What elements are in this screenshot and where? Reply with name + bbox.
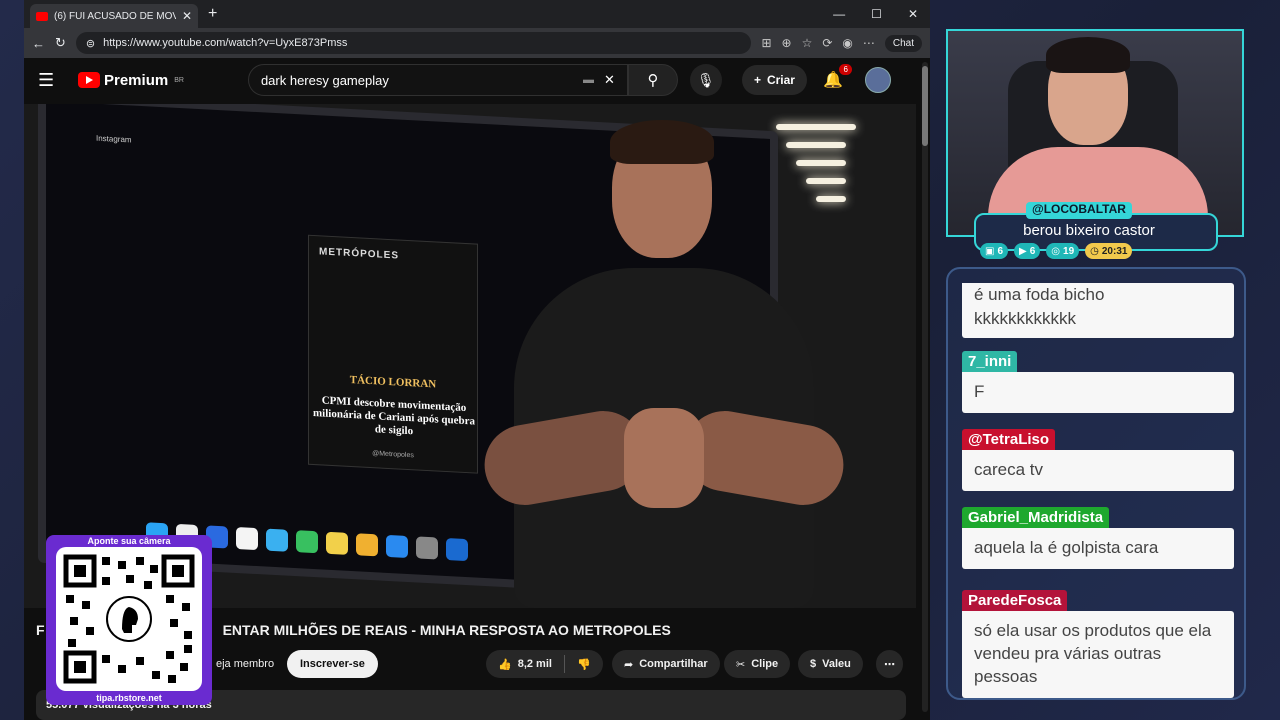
more-actions-button[interactable]: ⋯ bbox=[876, 650, 903, 678]
chat-message-text: só ela usar os produtos que ela vendeu p… bbox=[962, 611, 1234, 698]
subscribe-button[interactable]: Inscrever-se bbox=[287, 650, 378, 678]
post-brand: METRÓPOLES bbox=[319, 246, 400, 262]
qr-code-overlay: Aponte sua câmera tipa.rbstore.net bbox=[46, 535, 212, 705]
like-count[interactable]: 8,2 mil bbox=[518, 658, 552, 670]
reload-icon[interactable]: ↻ bbox=[55, 35, 66, 51]
create-label: Criar bbox=[766, 73, 795, 87]
more-icon: ⋯ bbox=[884, 658, 895, 671]
chat-icon: ▣ bbox=[985, 245, 995, 257]
last-message-text: berou bixeiro castor bbox=[1023, 222, 1155, 239]
chat-message-text: F bbox=[962, 372, 1234, 413]
copilot-chat-button[interactable]: Chat bbox=[884, 34, 922, 52]
share-button[interactable]: ➦ Compartilhar bbox=[612, 650, 720, 678]
more-icon[interactable]: ⋯ bbox=[863, 36, 875, 50]
window-controls: — ☐ ✕ bbox=[833, 7, 930, 21]
chat-username: ParedeFosca bbox=[962, 590, 1068, 611]
avatar[interactable] bbox=[864, 67, 891, 93]
youtube-logo[interactable]: Premium BR bbox=[78, 72, 184, 89]
close-window-icon[interactable]: ✕ bbox=[908, 7, 918, 21]
qr-code bbox=[56, 547, 202, 691]
zoom-icon[interactable]: ⊕ bbox=[782, 36, 792, 50]
share-icon: ➦ bbox=[624, 658, 634, 671]
new-tab-icon[interactable]: + bbox=[208, 5, 217, 23]
chat-username: Gabriel_Madridista bbox=[962, 507, 1110, 528]
dislike-icon[interactable]: 👎 bbox=[577, 658, 591, 671]
tab-bar: (6) FUI ACUSADO DE MOVIMENTA ✕ + — ☐ ✕ bbox=[24, 0, 930, 28]
instagram-post: METRÓPOLES TÁCIO LORRAN CPMI descobre mo… bbox=[308, 234, 478, 474]
site-info-icon[interactable]: ⊜ bbox=[86, 37, 95, 50]
chat-username: @TetraLiso bbox=[962, 429, 1056, 450]
tab-title: (6) FUI ACUSADO DE MOVIMENTA bbox=[54, 10, 176, 22]
address-bar: ← ↻ ⊜ https://www.youtube.com/watch?v=Uy… bbox=[24, 28, 930, 58]
address-bar-icons: ⊞ ⊕ ☆ ⟳ ◉ ⋯ Chat bbox=[761, 34, 922, 52]
timer-stat: ◷ 20:31 bbox=[1085, 243, 1133, 259]
apps-icon[interactable]: ⊞ bbox=[761, 36, 771, 50]
chat-message: @TetraLiso careca tv bbox=[962, 429, 1234, 491]
chat-message: é uma foda bicho kkkkkkkkkkkk bbox=[962, 283, 1234, 338]
menu-icon[interactable]: ☰ bbox=[38, 70, 64, 91]
post-headline: CPMI descobre movimentação milionária de… bbox=[313, 394, 475, 438]
logo-text: Premium bbox=[104, 71, 169, 89]
notification-badge: 6 bbox=[839, 64, 852, 75]
presenter bbox=[478, 118, 850, 608]
scroll-thumb[interactable] bbox=[922, 66, 928, 146]
like-dislike-group: 👍 8,2 mil 👎 bbox=[486, 650, 603, 678]
chat-message: Gabriel_Madridista aquela la é golpista … bbox=[962, 507, 1234, 569]
search-button[interactable]: ⚲ bbox=[627, 64, 678, 96]
post-handle: @Metropoles bbox=[372, 450, 414, 460]
bell-icon: 🔔 bbox=[822, 72, 843, 89]
extensions-icon[interactable]: ⟳ bbox=[822, 36, 832, 50]
maximize-icon[interactable]: ☐ bbox=[871, 7, 882, 21]
chat-message: ParedeFosca só ela usar os produtos que … bbox=[962, 590, 1234, 698]
last-message-user: @LOCOBALTAR bbox=[1026, 202, 1132, 219]
star-icon[interactable]: ☆ bbox=[802, 36, 813, 50]
chat-message-text: é uma foda bicho kkkkkkkkkkkk bbox=[962, 283, 1234, 338]
notifications-button[interactable]: 🔔 6 bbox=[822, 64, 852, 90]
clear-search-icon[interactable]: ✕ bbox=[604, 72, 615, 88]
youtube-stat: ▶ 6 bbox=[1014, 243, 1041, 259]
back-icon[interactable]: ← bbox=[32, 36, 45, 51]
browser-tab[interactable]: (6) FUI ACUSADO DE MOVIMENTA ✕ bbox=[30, 4, 198, 28]
mic-icon: 🎙 bbox=[697, 71, 715, 88]
qr-top-text: Aponte sua câmera bbox=[87, 536, 171, 546]
chat-message-text: aquela la é golpista cara bbox=[962, 528, 1234, 569]
post-name: TÁCIO LORRAN bbox=[349, 373, 437, 391]
like-icon[interactable]: 👍 bbox=[498, 658, 512, 671]
scrollbar[interactable] bbox=[922, 62, 928, 712]
url-text: https://www.youtube.com/watch?v=UyxE873P… bbox=[103, 37, 348, 49]
dollar-icon: $ bbox=[810, 658, 817, 670]
chat-message: 7_inni F bbox=[962, 351, 1234, 413]
close-tab-icon[interactable]: ✕ bbox=[182, 9, 192, 23]
gift-stat: ◎ 19 bbox=[1046, 243, 1080, 259]
youtube-favicon-icon bbox=[36, 11, 48, 21]
youtube-play-icon bbox=[78, 72, 100, 88]
search-query: dark heresy gameplay bbox=[260, 72, 389, 88]
create-button[interactable]: + Criar bbox=[741, 65, 807, 95]
search-icon: ⚲ bbox=[647, 72, 659, 89]
logo-region: BR bbox=[174, 76, 184, 84]
qr-bottom-text: tipa.rbstore.net bbox=[96, 693, 162, 703]
search-input[interactable]: dark heresy gameplay ▬ ✕ bbox=[247, 64, 628, 96]
keyboard-icon[interactable]: ▬ bbox=[583, 74, 594, 86]
clip-button[interactable]: ✂ Clipe bbox=[724, 650, 791, 678]
youtube-header: ☰ Premium BR dark heresy gameplay ▬ ✕ ⚲ … bbox=[24, 58, 920, 102]
voice-search-button[interactable]: 🎙 bbox=[689, 64, 722, 96]
chat-stat: ▣ 6 bbox=[980, 243, 1009, 259]
chat-username: 7_inni bbox=[962, 351, 1018, 372]
stream-stats: ▣ 6 ▶ 6 ◎ 19 ◷ 20:31 bbox=[980, 243, 1133, 259]
chat-message-text: careca tv bbox=[962, 450, 1234, 491]
gift-icon: ◎ bbox=[1051, 245, 1061, 257]
instagram-title: Instagram bbox=[96, 133, 132, 145]
youtube-icon: ▶ bbox=[1019, 245, 1027, 257]
chat-panel: é uma foda bicho kkkkkkkkkkkk 7_inni F @… bbox=[946, 267, 1246, 700]
clock-icon: ◷ bbox=[1090, 245, 1099, 257]
scissors-icon: ✂ bbox=[736, 658, 746, 671]
video-player[interactable]: Instagram METRÓPOLES TÁCIO LORRAN CPMI d… bbox=[24, 104, 916, 608]
thanks-button[interactable]: $ Valeu bbox=[798, 650, 863, 678]
minimize-icon[interactable]: — bbox=[833, 7, 845, 21]
join-button[interactable]: eja membro bbox=[204, 650, 286, 678]
profile-icon[interactable]: ◉ bbox=[842, 36, 852, 50]
plus-icon: + bbox=[753, 73, 761, 87]
url-field[interactable]: ⊜ https://www.youtube.com/watch?v=UyxE87… bbox=[75, 32, 752, 54]
